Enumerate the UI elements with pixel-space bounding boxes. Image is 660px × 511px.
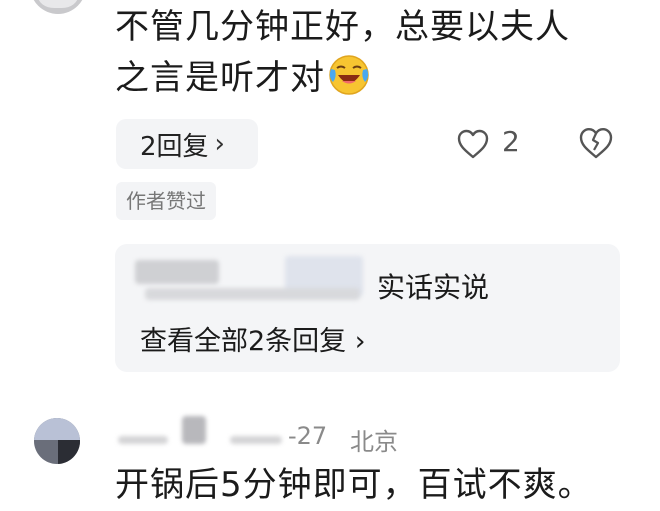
replies-label: 2回复 [140, 131, 209, 162]
comment-body: 不管几分钟正好，总要以夫人 之言是听才对 [115, 2, 635, 104]
comment-body: 开锅后5分钟即可，百试不爽。 [115, 465, 593, 505]
like-count: 2 [502, 125, 520, 158]
broken-heart-icon[interactable] [578, 126, 614, 160]
redacted-meta [230, 436, 282, 444]
chevron-right-icon: › [214, 129, 225, 159]
comment-date: -27 [288, 422, 328, 450]
comment-meta: -27 北京 [118, 416, 438, 456]
chevron-right-icon: › [354, 326, 366, 357]
view-all-replies-link[interactable]: 查看全部2条回复 › [140, 319, 366, 358]
commenter-avatar[interactable] [34, 418, 80, 464]
comment-location: 北京 [350, 428, 398, 456]
view-all-label: 查看全部2条回复 [140, 326, 347, 357]
laughing-crying-emoji-icon [327, 53, 371, 97]
view-replies-button[interactable]: 2回复 › [116, 119, 258, 169]
reply-preview[interactable]: 实话实说 查看全部2条回复 › [115, 244, 620, 372]
redacted-username [135, 260, 219, 284]
comment-line-2: 之言是听才对 [115, 58, 325, 98]
author-liked-badge: 作者赞过 [116, 182, 216, 220]
redacted-meta [145, 288, 360, 300]
heart-outline-icon[interactable] [456, 128, 490, 160]
redacted-avatar [182, 416, 206, 444]
redacted-username [118, 436, 168, 444]
reply-text: 实话实说 [377, 271, 490, 304]
comment-line-1: 不管几分钟正好，总要以夫人 [115, 7, 570, 47]
commenter-avatar[interactable] [30, 0, 86, 14]
